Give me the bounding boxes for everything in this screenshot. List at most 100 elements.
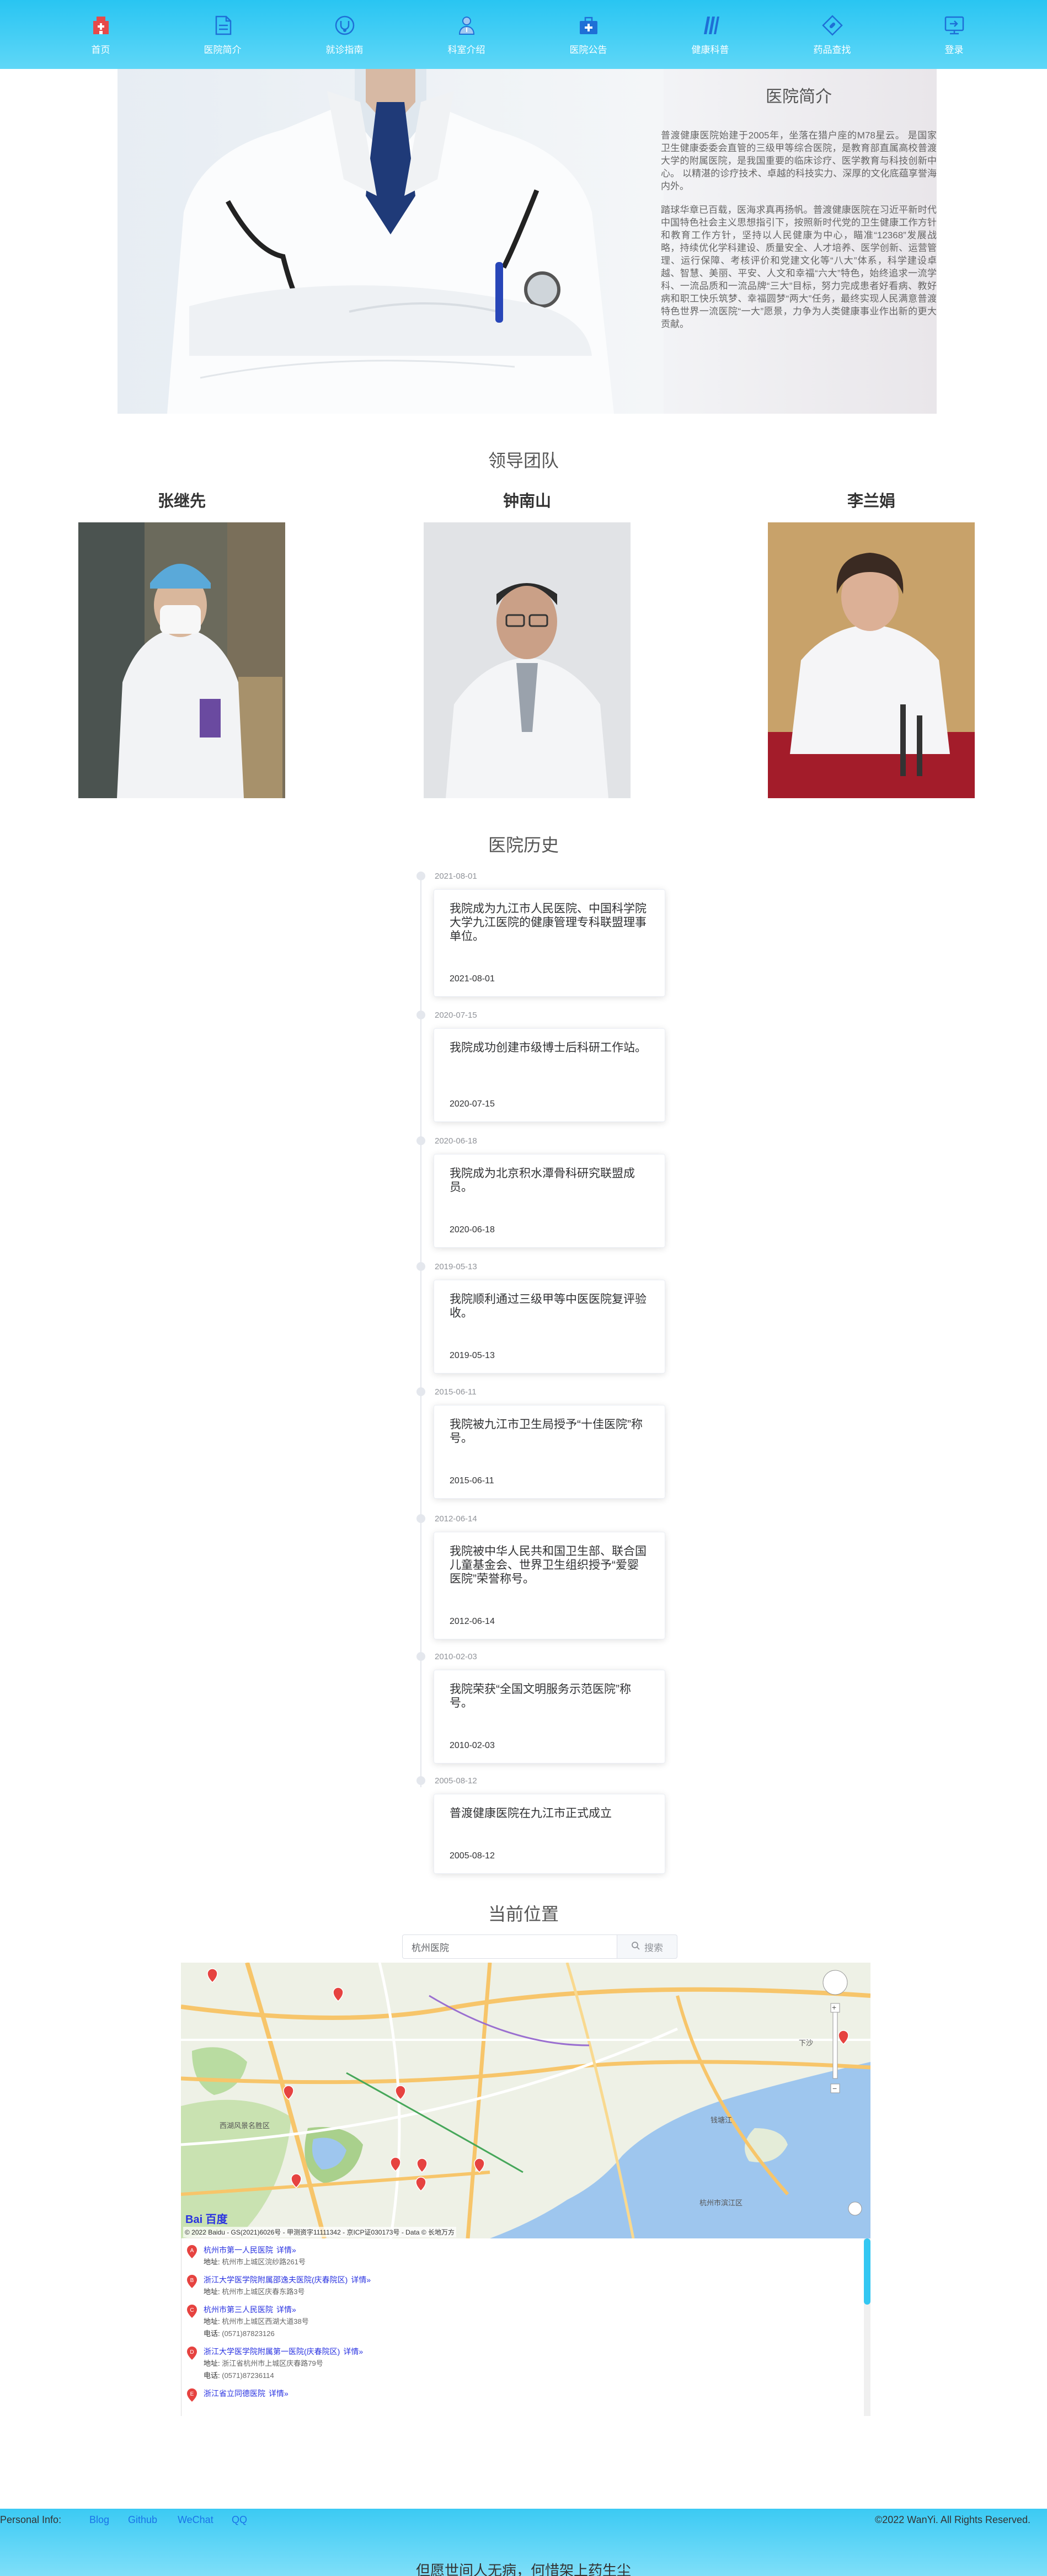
result-name[interactable]: 浙江大学医学院附属邵逸夫医院(庆春院区)	[204, 2275, 348, 2284]
nav-item-drugs[interactable]: 药品查找	[771, 0, 893, 69]
timeline-card: 我院荣获“全国文明服务示范医院”称号。 2010-02-03	[434, 1670, 665, 1763]
timeline-card-date: 2012-06-14	[450, 1617, 495, 1626]
timeline-dot	[416, 1776, 425, 1785]
result-title[interactable]: 杭州市第三人民医院 详情»	[204, 2304, 870, 2316]
nav-label: 登录	[944, 45, 964, 56]
footer-link-github[interactable]: Github	[128, 2514, 157, 2526]
result-phone-label: 电话:	[204, 2329, 220, 2338]
timeline-text: 我院被九江市卫生局授予“十佳医院”称号。	[450, 1418, 643, 1445]
leader-name: 钟南山	[503, 491, 551, 510]
timeline-date: 2015-06-11	[435, 1387, 477, 1397]
nav-item-intro[interactable]: 医院简介	[162, 0, 284, 69]
baidu-logo: Bai 百度	[185, 2214, 228, 2226]
timeline-card: 我院成为九江市人民医院、中国科学院大学九江医院的健康管理专科联盟理事单位。 202…	[434, 889, 665, 997]
result-title[interactable]: 杭州市第一人民医院 详情»	[204, 2244, 870, 2256]
timeline-card-date: 2020-06-18	[450, 1225, 495, 1234]
result-address-value: 杭州市上城区庆春东路3号	[222, 2288, 305, 2296]
nav-item-notice[interactable]: 医院公告	[527, 0, 649, 69]
timeline-card-date: 2021-08-01	[450, 974, 495, 984]
nav-item-guide[interactable]: 就诊指南	[284, 0, 405, 69]
result-name[interactable]: 杭州市第三人民医院	[204, 2305, 273, 2314]
result-title[interactable]: 浙江大学医学院附属邵逸夫医院(庆春院区) 详情»	[204, 2274, 870, 2286]
timeline-dot	[416, 1652, 425, 1661]
result-detail-link[interactable]: 详情»	[276, 2305, 296, 2314]
nav-label: 首页	[91, 45, 110, 56]
result-title[interactable]: 浙江省立同德医院 详情»	[204, 2387, 870, 2399]
map-search-input[interactable]: 杭州医院	[402, 1934, 617, 1959]
search-icon	[631, 1941, 640, 1953]
result-name[interactable]: 浙江省立同德医院	[204, 2389, 265, 2398]
document-icon	[211, 13, 235, 38]
map-copyright: © 2022 Baidu - GS(2021)6026号 - 甲测资字11111…	[183, 2227, 457, 2237]
baidu-map[interactable]: + − 西湖风景名胜区 杭州市滨江区 下沙 钱塘江 Bai 百度 © 2022 …	[181, 1963, 870, 2238]
map-marker-letter: B	[190, 2278, 194, 2284]
svg-text:−: −	[832, 2084, 837, 2093]
footer-link-wechat[interactable]: WeChat	[178, 2514, 213, 2526]
result-name[interactable]: 浙江大学医学院附属第一医院(庆春院区)	[204, 2347, 340, 2356]
timeline-dot	[416, 1387, 425, 1396]
map-result-item[interactable]: B 浙江大学医学院附属邵逸夫医院(庆春院区) 详情» 地址: 杭州市上城区庆春东路3号	[181, 2274, 870, 2298]
timeline-date: 2021-08-01	[435, 872, 477, 881]
footer-info-label: Personal Info:	[0, 2514, 62, 2525]
leader-name: 张继先	[157, 491, 206, 510]
map-result-item[interactable]: D 浙江大学医学院附属第一医院(庆春院区) 详情» 地址: 浙江省杭州市上城区庆春路7…	[181, 2345, 870, 2382]
timeline-card-date: 2005-08-12	[450, 1851, 495, 1861]
result-detail-link[interactable]: 详情»	[351, 2275, 371, 2284]
nav-item-health[interactable]: 健康科普	[649, 0, 771, 69]
books-icon	[698, 13, 723, 38]
leader-card: 李兰娟	[768, 488, 975, 798]
result-phone-value: (0571)87236114	[222, 2371, 274, 2380]
result-address: 地址: 杭州市上城区西湖大道38号	[204, 2316, 870, 2328]
footer-link-blog[interactable]: Blog	[89, 2514, 109, 2526]
timeline-card-date: 2015-06-11	[450, 1476, 494, 1485]
top-nav: 首页 医院简介 就诊指南 科室介绍 医院公告 健康科普 药品查找 登录	[0, 0, 1047, 69]
leader-name: 李兰娟	[847, 491, 895, 510]
result-phone: 电话: (0571)87823126	[204, 2328, 870, 2340]
map-label: 西湖风景名胜区	[220, 2121, 270, 2130]
leader-photo	[424, 522, 631, 798]
timeline-dot	[416, 1136, 425, 1145]
nav-item-departments[interactable]: 科室介绍	[405, 0, 527, 69]
result-title[interactable]: 浙江大学医学院附属第一医院(庆春院区) 详情»	[204, 2345, 870, 2358]
result-detail-link[interactable]: 详情»	[269, 2389, 289, 2398]
timeline-text: 普渡健康医院在九江市正式成立	[450, 1807, 612, 1820]
map-marker-letter: D	[190, 2349, 194, 2355]
map-result-item[interactable]: C 杭州市第三人民医院 详情» 地址: 杭州市上城区西湖大道38号 电话: (0571)…	[181, 2304, 870, 2340]
timeline-date: 2005-08-12	[435, 1776, 477, 1786]
leaders-title: 领导团队	[488, 450, 559, 471]
timeline-dot	[416, 1514, 425, 1523]
result-address: 地址: 杭州市上城区庆春东路3号	[204, 2286, 870, 2298]
result-address-label: 地址:	[204, 2288, 220, 2296]
timeline-dot	[416, 1011, 425, 1019]
result-address-label: 地址:	[204, 2317, 220, 2326]
search-button-label: 搜索	[644, 1942, 663, 1953]
map-result-item[interactable]: A 杭州市第一人民医院 详情» 地址: 杭州市上城区浣纱路261号	[181, 2244, 870, 2268]
timeline-card: 我院成为北京积水潭骨科研究联盟成员。 2020-06-18	[434, 1154, 665, 1248]
result-detail-link[interactable]: 详情»	[343, 2347, 363, 2356]
result-address-value: 浙江省杭州市上城区庆春路79号	[222, 2359, 323, 2367]
map-results-list: A 杭州市第一人民医院 详情» 地址: 杭州市上城区浣纱路261号 B 浙江大学医学院附属…	[181, 2238, 870, 2416]
nav-item-home[interactable]: 首页	[40, 0, 162, 69]
timeline-text: 我院成功创建市级博士后科研工作站。	[450, 1041, 647, 1054]
doctor-illustration	[117, 69, 664, 414]
nav-item-login[interactable]: 登录	[893, 0, 1015, 69]
results-scrollbar[interactable]	[864, 2238, 870, 2305]
result-address: 地址: 浙江省杭州市上城区庆春路79号	[204, 2358, 870, 2370]
nav-label: 科室介绍	[447, 45, 485, 56]
result-detail-link[interactable]: 详情»	[276, 2246, 296, 2254]
map-label: 钱塘江	[711, 2116, 732, 2124]
location-title: 当前位置	[488, 1904, 559, 1925]
result-phone-value: (0571)87823126	[222, 2329, 275, 2338]
timeline-card: 我院顺利通过三级甲等中医医院复评验收。 2019-05-13	[434, 1280, 665, 1373]
timeline-date: 2019-05-13	[435, 1262, 477, 1271]
map-result-item[interactable]: E 浙江省立同德医院 详情»	[181, 2387, 870, 2402]
footer-copyright: ©2022 WanYi. All Rights Reserved.	[874, 2514, 1030, 2525]
result-address-label: 地址:	[204, 2359, 220, 2367]
map-search-button[interactable]: 搜索	[617, 1934, 677, 1959]
footer-link-qq[interactable]: QQ	[232, 2514, 247, 2526]
doctor-icon	[455, 13, 479, 38]
result-address-value: 杭州市上城区西湖大道38号	[222, 2317, 309, 2326]
intro-title: 医院简介	[766, 87, 832, 106]
map-marker-icon: B	[187, 2275, 197, 2288]
result-name[interactable]: 杭州市第一人民医院	[204, 2246, 273, 2254]
